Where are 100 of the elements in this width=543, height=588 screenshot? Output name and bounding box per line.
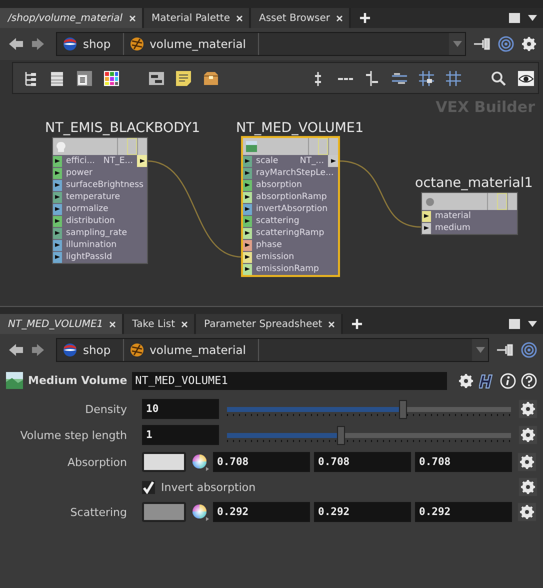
dropdown-caret-icon[interactable] [449,33,465,55]
value-field[interactable]: 0.292 [415,502,512,522]
landscape-icon[interactable] [6,372,23,389]
pin-icon[interactable] [496,344,514,356]
close-icon[interactable] [180,320,188,328]
settings-icon[interactable] [519,400,537,418]
close-icon[interactable] [236,14,243,22]
box-icon[interactable] [203,70,219,86]
tab[interactable]: Take List [124,314,196,334]
output-port[interactable] [328,155,338,167]
slider-handle[interactable] [399,400,408,418]
tab[interactable]: Asset Browser [250,8,352,28]
align-left-icon[interactable] [365,70,380,86]
search-icon[interactable] [491,70,506,86]
input-port[interactable] [53,192,62,202]
back-arrow-icon[interactable] [8,37,24,51]
input-port[interactable] [243,192,252,202]
list-icon[interactable] [50,70,65,86]
value-field[interactable]: 0.708 [314,452,411,472]
slider-handle[interactable] [336,426,345,444]
node-box-icon[interactable] [149,70,164,86]
input-port[interactable] [243,156,252,166]
help-icon[interactable] [521,372,537,388]
color-wheel-icon[interactable] [192,504,209,520]
input-port[interactable] [422,222,431,234]
settings-icon[interactable] [518,453,536,471]
input-port[interactable] [243,228,252,238]
settings-icon[interactable] [521,36,537,52]
input-port[interactable] [243,168,252,178]
grid-snap-icon[interactable] [419,70,434,86]
tab[interactable]: /shop/volume_material [0,8,144,28]
color-grid-icon[interactable] [104,70,119,86]
target-icon[interactable] [498,36,514,52]
node[interactable]: scale NT_... rayMarchStepLe... absorption absorptionRamp invertAbsorption scattering scatteringRamp phase emission emissionRamp [241,136,340,277]
color-swatch[interactable] [142,452,186,472]
distribute-icon[interactable] [392,70,407,86]
input-port[interactable] [243,204,252,214]
value-field[interactable]: 0.292 [213,502,310,522]
pin-icon[interactable] [473,38,491,50]
node[interactable]: material medium [421,192,518,235]
back-arrow-icon[interactable] [8,343,24,357]
close-icon[interactable] [328,320,336,328]
caret-icon[interactable] [528,321,537,327]
eye-icon[interactable] [518,70,534,86]
caret-icon[interactable] [528,15,537,21]
input-port[interactable] [53,216,62,226]
input-port[interactable] [53,180,62,190]
grid-icon[interactable] [446,70,461,86]
value-field[interactable]: 0.708 [213,452,310,472]
input-port[interactable] [53,240,62,250]
tab[interactable]: Parameter Spreadsheet [196,314,344,334]
input-port[interactable] [53,252,62,262]
value-field[interactable]: 10 [142,399,219,419]
path-segment[interactable]: volume_material [124,33,259,55]
info-icon[interactable] [500,372,516,388]
h-logo-icon[interactable] [479,372,495,388]
close-icon[interactable] [336,14,344,22]
color-swatch[interactable] [142,502,186,522]
input-port[interactable] [53,156,62,166]
path-segment[interactable]: shop [57,339,124,361]
sticky-note-icon[interactable] [176,70,191,86]
input-port[interactable] [243,180,252,190]
target-icon[interactable] [521,342,537,358]
input-port[interactable] [243,240,252,250]
settings-icon[interactable] [458,372,474,388]
input-port[interactable] [422,210,431,222]
forward-arrow-icon[interactable] [31,37,45,51]
value-field[interactable]: 0.292 [314,502,411,522]
node[interactable]: effici... NT_E... power surfaceBrightness temperature normalize distribution sampling_rate illumination lightPassId [52,137,148,264]
path-segment[interactable]: shop [57,33,124,55]
path-field[interactable]: shop volume_material [56,338,489,362]
input-port[interactable] [243,264,252,274]
checkbox[interactable] [142,480,155,494]
add-tab-icon[interactable] [359,12,372,24]
node-name-field[interactable]: NT_MED_VOLUME1 [132,372,447,390]
value-field[interactable]: 1 [142,425,219,445]
path-field[interactable]: shop volume_material [56,32,466,56]
color-wheel-icon[interactable] [192,454,209,470]
panel-icon[interactable] [77,70,92,86]
tab[interactable]: NT_MED_VOLUME1 [0,314,124,334]
value-field[interactable]: 0.708 [415,452,512,472]
close-icon[interactable] [128,14,136,22]
tree-icon[interactable] [23,70,38,86]
settings-icon[interactable] [519,426,537,444]
port-label: emission [256,252,296,262]
dropdown-caret-icon[interactable] [472,339,488,361]
input-port[interactable] [243,216,252,226]
input-port[interactable] [243,252,252,262]
close-icon[interactable] [109,320,116,328]
path-segment[interactable]: volume_material [124,339,259,361]
input-port[interactable] [53,204,62,214]
input-port[interactable] [53,228,62,238]
settings-icon[interactable] [518,503,536,521]
port-label: sampling_rate [66,228,128,238]
forward-arrow-icon[interactable] [31,343,45,357]
settings-icon[interactable] [519,478,537,496]
add-tab-icon[interactable] [351,318,364,330]
input-port[interactable] [53,168,62,178]
tab[interactable]: Material Palette [144,8,251,28]
output-port[interactable] [137,155,147,167]
